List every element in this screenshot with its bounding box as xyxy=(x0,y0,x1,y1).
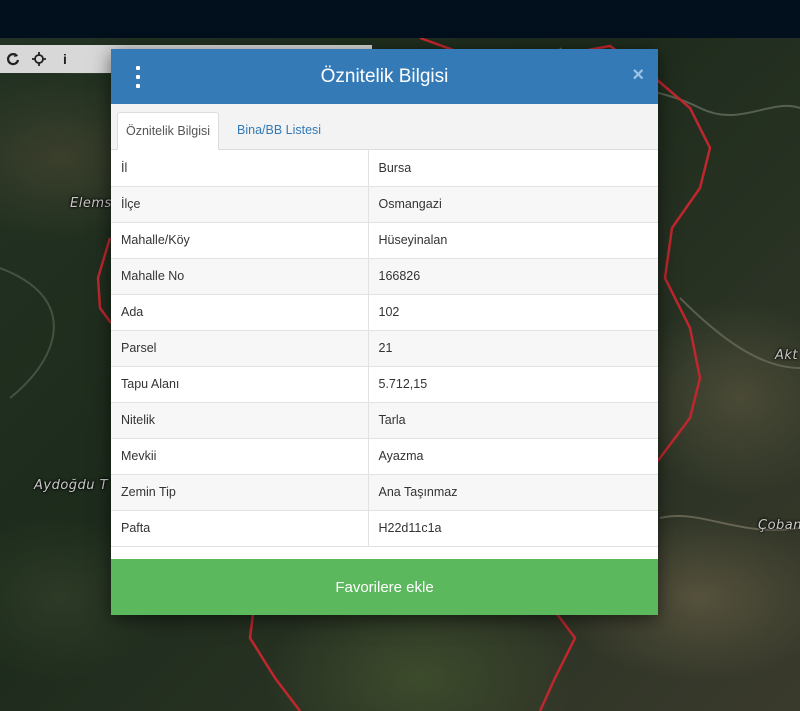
attribute-value: 102 xyxy=(368,294,658,331)
map-label-coban: Çoban xyxy=(758,518,800,533)
map-label-elem: Elems xyxy=(70,196,112,211)
add-to-favorites-button[interactable]: Favorilere ekle xyxy=(111,559,658,615)
attribute-key: Zemin Tip xyxy=(111,474,369,511)
attribute-value: Hüseyinalan xyxy=(368,222,658,259)
top-bar xyxy=(0,0,800,38)
table-row: Pafta H22d11c1a xyxy=(111,510,658,547)
table-row: Mevkii Ayazma xyxy=(111,438,658,475)
attribute-key: Nitelik xyxy=(111,402,369,439)
map-label-aydogdu: Aydoğdu T xyxy=(34,478,109,493)
attribute-value: 5.712,15 xyxy=(368,366,658,403)
tab-attribute-info[interactable]: Öznitelik Bilgisi xyxy=(117,112,220,150)
table-row: Ada 102 xyxy=(111,294,658,331)
attribute-value: Tarla xyxy=(368,402,658,439)
map-road xyxy=(0,267,55,399)
table-row: İl Bursa xyxy=(111,150,658,187)
attribute-key: Mahalle/Köy xyxy=(111,222,369,259)
refresh-icon[interactable] xyxy=(0,45,26,73)
attribute-key: Pafta xyxy=(111,510,369,547)
attribute-key: Tapu Alanı xyxy=(111,366,369,403)
info-icon[interactable]: i xyxy=(52,45,78,73)
attribute-value: Bursa xyxy=(368,150,658,187)
attribute-value: Osmangazi xyxy=(368,186,658,223)
attribute-value: H22d11c1a xyxy=(368,510,658,547)
attribute-key: Parsel xyxy=(111,330,369,367)
table-row: Parsel 21 xyxy=(111,330,658,367)
attribute-info-modal: Öznitelik Bilgisi × Öznitelik Bilgisi Bi… xyxy=(111,49,658,615)
map-label-akt: Akt xyxy=(775,348,799,363)
close-icon[interactable]: × xyxy=(632,64,644,87)
table-row: İlçe Osmangazi xyxy=(111,186,658,223)
table-row: Nitelik Tarla xyxy=(111,402,658,439)
table-row: Tapu Alanı 5.712,15 xyxy=(111,366,658,403)
attribute-table: İl Bursa İlçe Osmangazi Mahalle/Köy Hüseyinal… xyxy=(111,150,658,547)
attribute-key: Ada xyxy=(111,294,369,331)
crosshair-icon[interactable] xyxy=(26,45,52,73)
attribute-key: İl xyxy=(111,150,369,187)
attribute-value: Ana Taşınmaz xyxy=(368,474,658,511)
modal-tabs: Öznitelik Bilgisi Bina/BB Listesi xyxy=(111,104,658,150)
kebab-menu-icon[interactable] xyxy=(133,66,143,88)
table-row: Mahalle/Köy Hüseyinalan xyxy=(111,222,658,259)
tab-building-list[interactable]: Bina/BB Listesi xyxy=(229,112,329,149)
attribute-key: İlçe xyxy=(111,186,369,223)
attribute-key: Mevkii xyxy=(111,438,369,475)
attribute-value: 21 xyxy=(368,330,658,367)
table-row: Mahalle No 166826 xyxy=(111,258,658,295)
attribute-value: Ayazma xyxy=(368,438,658,475)
table-row: Zemin Tip Ana Taşınmaz xyxy=(111,474,658,511)
modal-header: Öznitelik Bilgisi × xyxy=(111,49,658,104)
attribute-key: Mahalle No xyxy=(111,258,369,295)
modal-title: Öznitelik Bilgisi xyxy=(320,65,449,87)
attribute-value: 166826 xyxy=(368,258,658,295)
